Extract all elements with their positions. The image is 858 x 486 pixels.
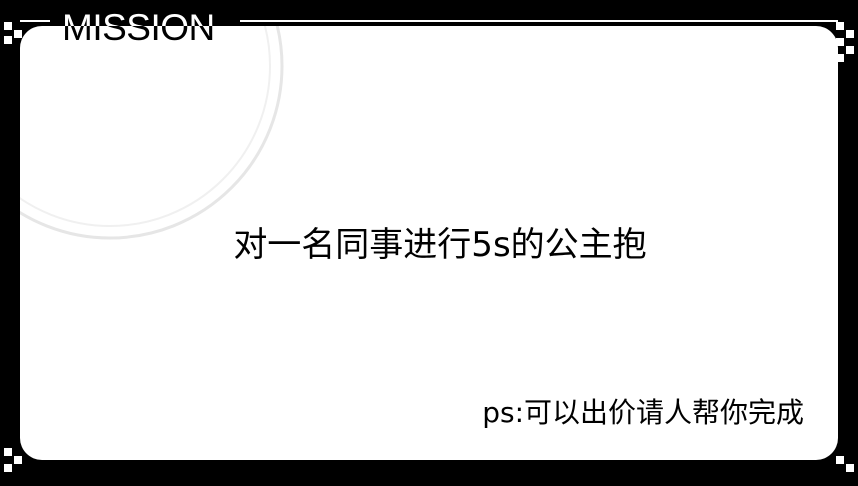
mission-task-text: 对一名同事进行5s的公主抱	[233, 225, 647, 265]
heading-tab	[50, 0, 240, 26]
footnote-text: ps:可以出价请人帮你完成	[482, 396, 804, 429]
